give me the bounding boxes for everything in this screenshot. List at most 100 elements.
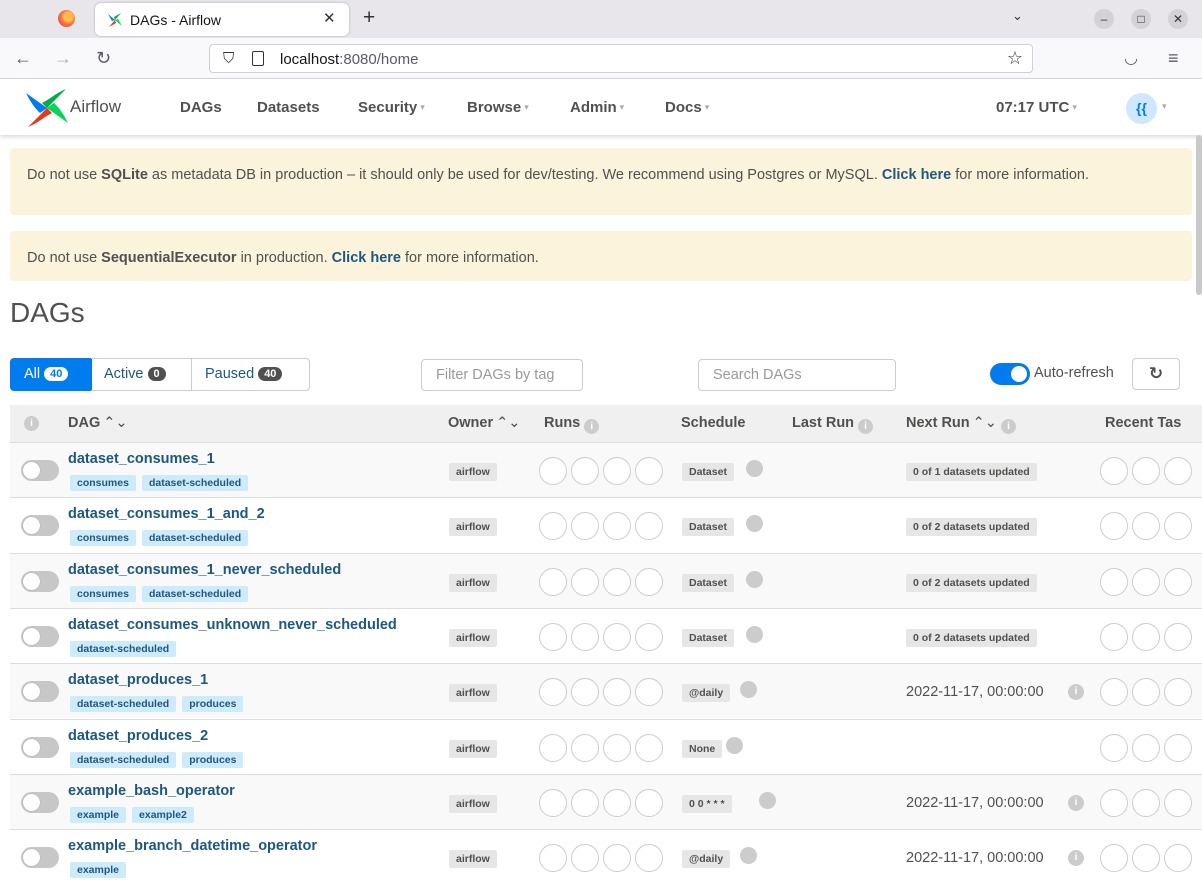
col-owner[interactable]: Owner ⌃⌄	[448, 415, 520, 431]
dag-name-link[interactable]: dataset_produces_1	[68, 672, 208, 688]
owner-label[interactable]: airflow	[449, 794, 497, 813]
run-status-circle[interactable]	[571, 457, 599, 485]
dag-pause-toggle[interactable]	[21, 570, 59, 592]
run-status-circle[interactable]	[571, 678, 599, 707]
sqlite-click-here-link[interactable]: Click here	[882, 167, 951, 183]
run-status-circle[interactable]	[603, 457, 631, 485]
new-tab-icon[interactable]: +	[363, 6, 375, 30]
dag-name-link[interactable]: dataset_consumes_1	[68, 451, 215, 467]
run-status-circle[interactable]	[571, 567, 599, 596]
info-icon[interactable]: i	[1068, 684, 1084, 701]
info-icon[interactable]: i	[24, 416, 39, 431]
task-status-circle[interactable]	[1164, 512, 1192, 541]
task-status-circle[interactable]	[1132, 622, 1160, 651]
owner-label[interactable]: airflow	[449, 518, 497, 537]
menu-hamburger-icon[interactable]: ≡	[1168, 48, 1179, 69]
run-status-circle[interactable]	[571, 788, 599, 817]
run-status-circle[interactable]	[539, 512, 567, 541]
dag-tag[interactable]: produces	[182, 696, 244, 713]
task-status-circle[interactable]	[1164, 733, 1192, 762]
owner-label[interactable]: airflow	[449, 739, 497, 758]
dag-tag[interactable]: example2	[132, 806, 194, 823]
run-status-circle[interactable]	[539, 844, 567, 873]
run-status-circle[interactable]	[635, 457, 663, 485]
dag-tag[interactable]: dataset-scheduled	[141, 530, 249, 547]
info-icon[interactable]	[759, 791, 777, 809]
next-run-label[interactable]: 0 of 1 datasets updated	[906, 463, 1037, 481]
info-icon[interactable]	[739, 681, 757, 699]
task-status-circle[interactable]	[1132, 733, 1160, 762]
dag-tag[interactable]: consumes	[70, 585, 136, 602]
task-status-circle[interactable]	[1132, 788, 1160, 817]
nav-datasets[interactable]: Datasets	[257, 99, 320, 116]
task-status-circle[interactable]	[1132, 844, 1160, 873]
task-status-circle[interactable]	[1164, 678, 1192, 707]
next-run-label[interactable]: 0 of 2 datasets updated	[906, 573, 1037, 592]
dag-tag[interactable]: example	[70, 862, 127, 879]
schedule-label[interactable]: Dataset	[682, 628, 734, 647]
run-status-circle[interactable]	[539, 622, 567, 651]
bookmark-star-icon[interactable]: ☆	[1007, 48, 1023, 69]
task-status-circle[interactable]	[1100, 567, 1128, 596]
run-status-circle[interactable]	[539, 733, 567, 762]
dag-pause-toggle[interactable]	[21, 515, 59, 537]
run-status-circle[interactable]	[571, 733, 599, 762]
browser-tab[interactable]: DAGs - Airflow ✕	[95, 3, 349, 36]
dag-tag[interactable]: produces	[182, 751, 244, 768]
shield-icon[interactable]: ⛉	[223, 50, 234, 67]
task-status-circle[interactable]	[1100, 678, 1128, 707]
dag-tag[interactable]: dataset-scheduled	[141, 585, 249, 602]
dag-name-link[interactable]: dataset_produces_2	[68, 728, 208, 744]
run-status-circle[interactable]	[635, 567, 663, 596]
task-status-circle[interactable]	[1164, 567, 1192, 596]
col-dag[interactable]: DAG ⌃⌄	[68, 415, 128, 431]
dag-pause-toggle[interactable]	[21, 625, 59, 647]
dag-tag[interactable]: dataset-scheduled	[141, 475, 249, 491]
dag-name-link[interactable]: dataset_consumes_1_and_2	[68, 506, 265, 522]
info-icon[interactable]: i	[584, 419, 600, 434]
task-status-circle[interactable]	[1132, 457, 1160, 485]
task-status-circle[interactable]	[1100, 622, 1128, 651]
user-caret-icon[interactable]: ▾	[1162, 101, 1167, 112]
task-status-circle[interactable]	[1164, 844, 1192, 873]
schedule-label[interactable]: 0 0 * * *	[682, 794, 732, 813]
dag-tag[interactable]: example	[70, 806, 127, 823]
run-status-circle[interactable]	[635, 512, 663, 541]
info-icon[interactable]	[739, 847, 757, 865]
run-status-circle[interactable]	[571, 512, 599, 541]
refresh-button[interactable]: ↻	[1132, 358, 1180, 390]
dag-tag[interactable]: consumes	[70, 530, 136, 547]
schedule-label[interactable]: Dataset	[682, 573, 734, 592]
filter-paused-button[interactable]: Paused 40	[191, 358, 310, 391]
run-status-circle[interactable]	[539, 788, 567, 817]
dag-tag[interactable]: dataset-scheduled	[70, 751, 177, 768]
close-window-icon[interactable]: ✕	[1168, 9, 1188, 29]
dag-name-link[interactable]: example_branch_datetime_operator	[68, 838, 317, 854]
task-status-circle[interactable]	[1164, 788, 1192, 817]
back-icon[interactable]: ←	[14, 48, 32, 69]
info-icon[interactable]	[746, 515, 764, 533]
user-avatar[interactable]: {{	[1126, 93, 1157, 124]
airflow-brand[interactable]: Airflow	[70, 97, 121, 117]
owner-label[interactable]: airflow	[449, 628, 497, 647]
auto-refresh-toggle[interactable]	[990, 363, 1030, 385]
run-status-circle[interactable]	[539, 457, 567, 485]
owner-label[interactable]: airflow	[449, 573, 497, 592]
tag-filter-input[interactable]: Filter DAGs by tag	[421, 359, 583, 391]
page-info-icon[interactable]	[252, 51, 264, 66]
task-status-circle[interactable]	[1100, 844, 1128, 873]
task-status-circle[interactable]	[1100, 733, 1128, 762]
dag-tag[interactable]: dataset-scheduled	[70, 640, 177, 657]
info-icon[interactable]	[746, 460, 764, 477]
task-status-circle[interactable]	[1164, 457, 1192, 485]
owner-label[interactable]: airflow	[449, 684, 497, 703]
run-status-circle[interactable]	[635, 788, 663, 817]
info-icon[interactable]: i	[1000, 419, 1016, 434]
run-status-circle[interactable]	[603, 733, 631, 762]
filter-all-button[interactable]: All 40	[10, 358, 92, 391]
run-status-circle[interactable]	[539, 678, 567, 707]
run-status-circle[interactable]	[571, 844, 599, 873]
airflow-logo-icon[interactable]	[26, 87, 68, 129]
info-icon[interactable]	[746, 570, 764, 588]
pocket-icon[interactable]: ◡	[1124, 48, 1138, 68]
